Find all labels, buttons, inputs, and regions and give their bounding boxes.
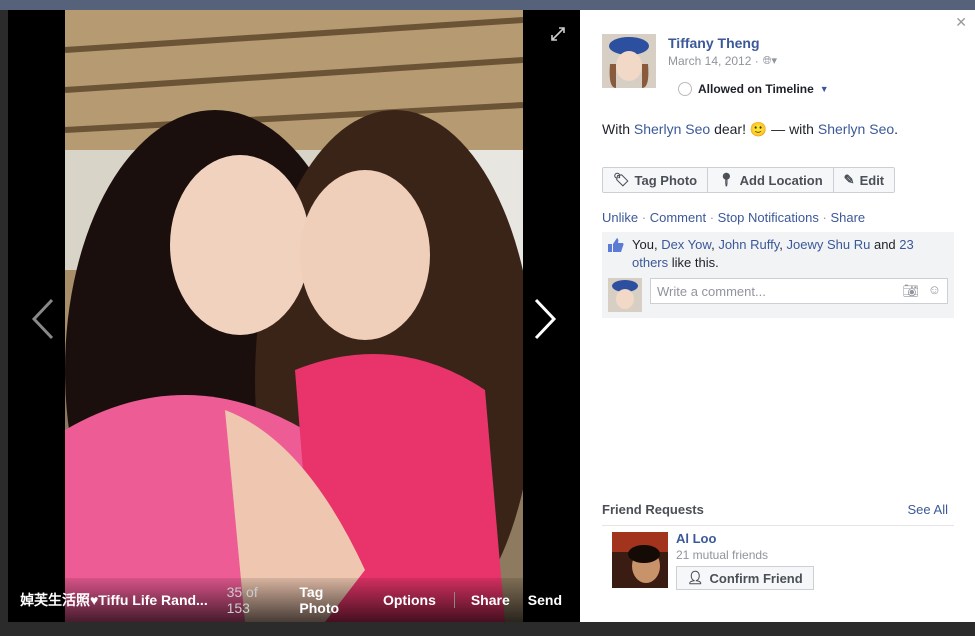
photo[interactable] [65, 10, 523, 622]
close-icon[interactable]: ✕ [955, 14, 967, 31]
post-date-row: March 14, 2012 · 🌐︎▾ [668, 54, 777, 68]
separator: · [709, 210, 715, 225]
caption-end: . [894, 121, 899, 137]
likes-and-comments: You, Dex Yow, John Ruffy, Joewy Shu Ru a… [602, 232, 954, 318]
location-pin-icon: 📍︎ [718, 172, 735, 187]
separator: · [641, 210, 647, 225]
prev-arrow-icon[interactable] [30, 298, 60, 340]
liker-link[interactable]: Joewy Shu Ru [787, 237, 871, 252]
details-panel: ✕ Tiffany Theng March 14, 2012 · 🌐︎▾ All… [580, 10, 975, 622]
tag-photo-button[interactable]: 🏷︎ Tag Photo [603, 168, 709, 192]
edit-label: Edit [859, 172, 885, 188]
edit-button[interactable]: ✎ Edit [834, 168, 894, 192]
send-link[interactable]: Send [528, 592, 562, 608]
emoji-icon[interactable]: ☺︎ [928, 282, 941, 297]
confirm-friend-label: Confirm Friend [709, 570, 803, 586]
tag-photo-link[interactable]: Tag Photo [299, 584, 365, 616]
divider [453, 592, 455, 608]
pencil-icon: ✎ [843, 172, 855, 187]
author-avatar[interactable] [602, 34, 656, 88]
comment-placeholder: Write a comment... [657, 284, 766, 299]
share-post-link[interactable]: Share [830, 210, 865, 225]
album-title-link[interactable]: 婥芙生活照♥Tiffu Life Rand... [20, 590, 215, 610]
post-caption: With Sherlyn Seo dear! 🙂 — with Sherlyn … [602, 121, 898, 138]
fullscreen-icon[interactable] [550, 26, 566, 42]
friend-requests-header: Friend Requests See All [602, 502, 954, 526]
photo-stage: 婥芙生活照♥Tiffu Life Rand... 35 of 153 Tag P… [8, 10, 580, 622]
post-actions: Unlike · Comment · Stop Notifications · … [602, 210, 865, 225]
options-link[interactable]: Options [383, 592, 436, 608]
camera-icon[interactable]: 📷︎ [902, 283, 919, 299]
add-location-label: Add Location [739, 172, 823, 188]
author-name-link[interactable]: Tiffany Theng [668, 35, 760, 51]
photo-action-buttons: 🏷︎ Tag Photo 📍︎ Add Location ✎ Edit [602, 167, 896, 193]
tag-icon: 🏷︎ [613, 172, 630, 187]
top-strip [0, 0, 975, 10]
see-all-link[interactable]: See All [908, 502, 948, 517]
friend-requests-title: Friend Requests [602, 502, 704, 517]
timeline-label: Allowed on Timeline [698, 82, 814, 96]
stop-notifications-link[interactable]: Stop Notifications [718, 210, 819, 225]
dropdown-caret-icon[interactable]: ▼ [820, 84, 829, 94]
separator: · [822, 210, 827, 225]
friend-request-name-link[interactable]: Al Loo [676, 531, 716, 546]
thumbs-up-icon [608, 238, 624, 252]
caption-prefix: With [602, 121, 630, 137]
liker-link[interactable]: John Ruffy [718, 237, 779, 252]
liker-link[interactable]: Dex Yow [661, 237, 711, 252]
comment-input[interactable]: Write a comment... 📷︎ ☺︎ [650, 278, 948, 304]
tagged-friend-link[interactable]: Sherlyn Seo [634, 121, 710, 137]
commenter-avatar [608, 278, 642, 312]
timeline-toggle[interactable]: Allowed on Timeline ▼ [678, 82, 829, 96]
caption-mid: dear! 🙂 — with [714, 121, 814, 137]
mutual-friends-count: 21 mutual friends [676, 548, 769, 562]
comment-link[interactable]: Comment [650, 210, 706, 225]
timeline-radio[interactable] [678, 82, 692, 96]
unlike-link[interactable]: Unlike [602, 210, 638, 225]
confirm-friend-button[interactable]: 👤︎ Confirm Friend [676, 566, 814, 590]
share-link[interactable]: Share [471, 592, 510, 608]
likes-tail: like this. [671, 255, 719, 270]
likes-you: You, [632, 237, 658, 252]
photo-counter: 35 of 153 [226, 584, 258, 616]
likes-summary: You, Dex Yow, John Ruffy, Joewy Shu Ru a… [632, 236, 932, 272]
add-location-button[interactable]: 📍︎ Add Location [708, 168, 834, 192]
likes-comma: , [779, 237, 783, 252]
post-date[interactable]: March 14, 2012 · [668, 54, 759, 68]
audience-globe-icon[interactable]: 🌐︎▾ [763, 54, 777, 68]
next-arrow-icon[interactable] [528, 298, 558, 340]
tagged-friend-link[interactable]: Sherlyn Seo [818, 121, 894, 137]
tag-photo-label: Tag Photo [634, 172, 698, 188]
photo-bottom-bar: 婥芙生活照♥Tiffu Life Rand... 35 of 153 Tag P… [8, 578, 580, 622]
likes-and: and [873, 237, 896, 252]
photo-image [65, 10, 523, 622]
friend-request-avatar[interactable] [612, 532, 668, 588]
person-add-icon: 👤︎ [687, 570, 704, 585]
likes-comma: , [711, 237, 715, 252]
